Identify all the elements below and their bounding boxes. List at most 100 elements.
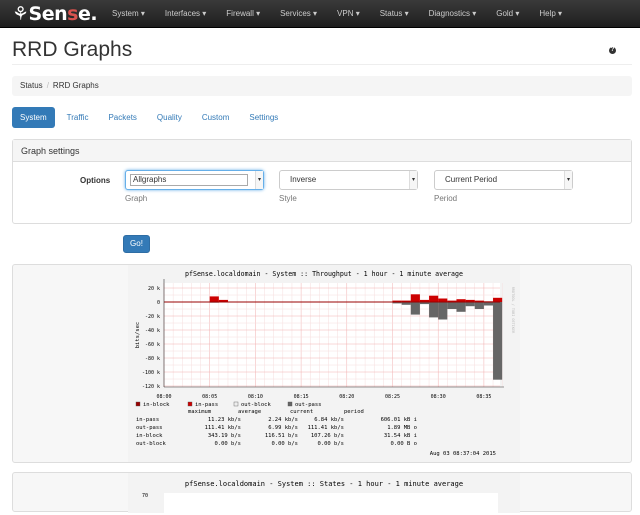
tab-bar: System Traffic Packets Quality Custom Setting… bbox=[12, 107, 290, 128]
states-graph-svg: pfSense.localdomain - System :: States -… bbox=[142, 480, 498, 513]
out-pass-bar bbox=[438, 302, 448, 320]
legend-swatch bbox=[135, 401, 141, 407]
throughput-graph: pfSense.localdomain - System :: Throughp… bbox=[128, 265, 520, 462]
table-cell: 606.01 kB i bbox=[381, 417, 417, 423]
out-pass-bar bbox=[493, 302, 503, 380]
page-title: RRD Graphs bbox=[12, 38, 133, 61]
panel-heading: Graph settings bbox=[13, 140, 631, 162]
nav-menu-gold[interactable]: Gold ▾ bbox=[496, 0, 519, 28]
graph-hint: Graph bbox=[125, 194, 148, 203]
in-pass-bar bbox=[429, 295, 439, 302]
out-pass-bar bbox=[447, 302, 457, 309]
table-header: maximum bbox=[188, 409, 212, 415]
in-pass-bar bbox=[209, 296, 219, 302]
out-pass-bar bbox=[465, 302, 475, 307]
legend-label: in-block bbox=[143, 402, 170, 408]
caret-icon: ▾ bbox=[255, 171, 263, 189]
rrdtool-label: RRDTOOL / TOBI OETIKER bbox=[511, 287, 515, 334]
y-tick-label: -80 k bbox=[145, 356, 160, 362]
x-tick-label: 08:30 bbox=[431, 394, 446, 400]
question-circle-icon[interactable]: ? bbox=[609, 47, 616, 54]
x-tick-label: 08:25 bbox=[385, 394, 400, 400]
y-axis-label: bits/sec bbox=[135, 322, 141, 349]
nav-menu-diagnostics[interactable]: Diagnostics ▾ bbox=[429, 0, 477, 28]
y-tick-label: -40 k bbox=[145, 328, 160, 334]
states-graph-panel: pfSense.localdomain - System :: States -… bbox=[12, 472, 632, 513]
graph-title: pfSense.localdomain - System :: Throughp… bbox=[185, 270, 463, 278]
out-pass-bar bbox=[483, 302, 494, 306]
y-tick-label: 0 bbox=[157, 300, 160, 306]
throughput-graph-panel: pfSense.localdomain - System :: Throughp… bbox=[12, 264, 632, 463]
graph-select-value: Allgraphs bbox=[130, 174, 248, 186]
nav-menu-interfaces[interactable]: Interfaces ▾ bbox=[165, 0, 206, 28]
throughput-graph-svg: pfSense.localdomain - System :: Throughp… bbox=[135, 270, 515, 457]
row-label: in-pass bbox=[136, 417, 159, 423]
tab-system[interactable]: System bbox=[12, 107, 55, 128]
divider bbox=[12, 64, 632, 65]
table-cell: 111.41 kb/s bbox=[205, 425, 241, 431]
table-cell: 6.84 kb/s bbox=[314, 417, 344, 423]
nav-menu-vpn[interactable]: VPN ▾ bbox=[337, 0, 360, 28]
table-cell: 31.54 kB i bbox=[384, 433, 417, 439]
y-tick-label: 20 k bbox=[148, 286, 160, 292]
nav-menu-services[interactable]: Services ▾ bbox=[280, 0, 317, 28]
out-pass-bar bbox=[429, 302, 439, 318]
nav-menu-system[interactable]: System ▾ bbox=[112, 0, 145, 28]
table-header: current bbox=[290, 409, 313, 415]
legend-label: in-pass bbox=[195, 402, 218, 408]
legend-label: out-pass bbox=[295, 402, 322, 408]
out-pass-bar bbox=[474, 302, 484, 309]
table-cell: 0.00 B o bbox=[391, 441, 418, 447]
states-graph: pfSense.localdomain - System :: States -… bbox=[128, 473, 520, 513]
x-tick-label: 08:15 bbox=[294, 394, 309, 400]
y-tick-label: -100 k bbox=[142, 370, 160, 376]
out-pass-bar bbox=[410, 302, 420, 315]
graph-select[interactable]: Allgraphs ▾ bbox=[125, 170, 264, 190]
breadcrumb-status[interactable]: Status bbox=[20, 81, 43, 90]
x-tick-label: 08:10 bbox=[248, 394, 263, 400]
table-cell: 343.19 b/s bbox=[208, 433, 241, 439]
options-label: Options bbox=[80, 176, 111, 185]
breadcrumb: Status / RRD Graphs bbox=[12, 76, 632, 96]
tab-packets[interactable]: Packets bbox=[100, 107, 144, 128]
pfsense-logo[interactable]: ⚘Sense. bbox=[12, 3, 98, 25]
row-label: out-pass bbox=[136, 425, 163, 431]
nav-menu-help[interactable]: Help ▾ bbox=[539, 0, 562, 28]
x-tick-label: 08:00 bbox=[156, 394, 171, 400]
table-cell: 116.51 b/s bbox=[265, 433, 298, 439]
period-hint: Period bbox=[434, 194, 458, 203]
tab-quality[interactable]: Quality bbox=[149, 107, 190, 128]
nav-menu-firewall[interactable]: Firewall ▾ bbox=[226, 0, 260, 28]
table-cell: 1.89 MB o bbox=[387, 425, 417, 431]
style-hint: Style bbox=[279, 194, 297, 203]
tab-traffic[interactable]: Traffic bbox=[59, 107, 97, 128]
table-cell: 0.00 b/s bbox=[272, 441, 299, 447]
style-select[interactable]: Inverse ▾ bbox=[279, 170, 418, 190]
period-select-value: Current Period bbox=[445, 175, 498, 184]
table-header: average bbox=[238, 409, 261, 415]
nav-menu-status[interactable]: Status ▾ bbox=[380, 0, 409, 28]
legend-swatch bbox=[233, 401, 239, 407]
in-pass-bar bbox=[410, 294, 420, 302]
tab-custom[interactable]: Custom bbox=[194, 107, 238, 128]
table-cell: 107.26 b/s bbox=[311, 433, 344, 439]
y-tick-label: 70 bbox=[142, 493, 148, 499]
in-pass-bar bbox=[438, 298, 448, 302]
y-tick-label: -20 k bbox=[145, 314, 160, 320]
x-tick-label: 08:35 bbox=[476, 394, 491, 400]
main-menu: System ▾ Interfaces ▾ Firewall ▾ Services ▾… bbox=[112, 0, 582, 28]
y-tick-label: -60 k bbox=[145, 342, 160, 348]
go-button[interactable]: Go! bbox=[123, 235, 150, 253]
period-select[interactable]: Current Period ▾ bbox=[434, 170, 573, 190]
table-cell: 111.41 kb/s bbox=[308, 425, 344, 431]
tab-settings[interactable]: Settings bbox=[241, 107, 286, 128]
x-tick-label: 08:20 bbox=[339, 394, 354, 400]
caret-icon: ▾ bbox=[564, 171, 572, 189]
caret-icon: ▾ bbox=[409, 171, 417, 189]
y-tick-label: -120 k bbox=[142, 384, 160, 390]
legend-swatch bbox=[187, 401, 193, 407]
out-pass-bar bbox=[456, 302, 466, 312]
breadcrumb-rrd-graphs: RRD Graphs bbox=[52, 81, 99, 90]
legend-label: out-block bbox=[241, 402, 271, 408]
legend-swatch bbox=[287, 401, 293, 407]
